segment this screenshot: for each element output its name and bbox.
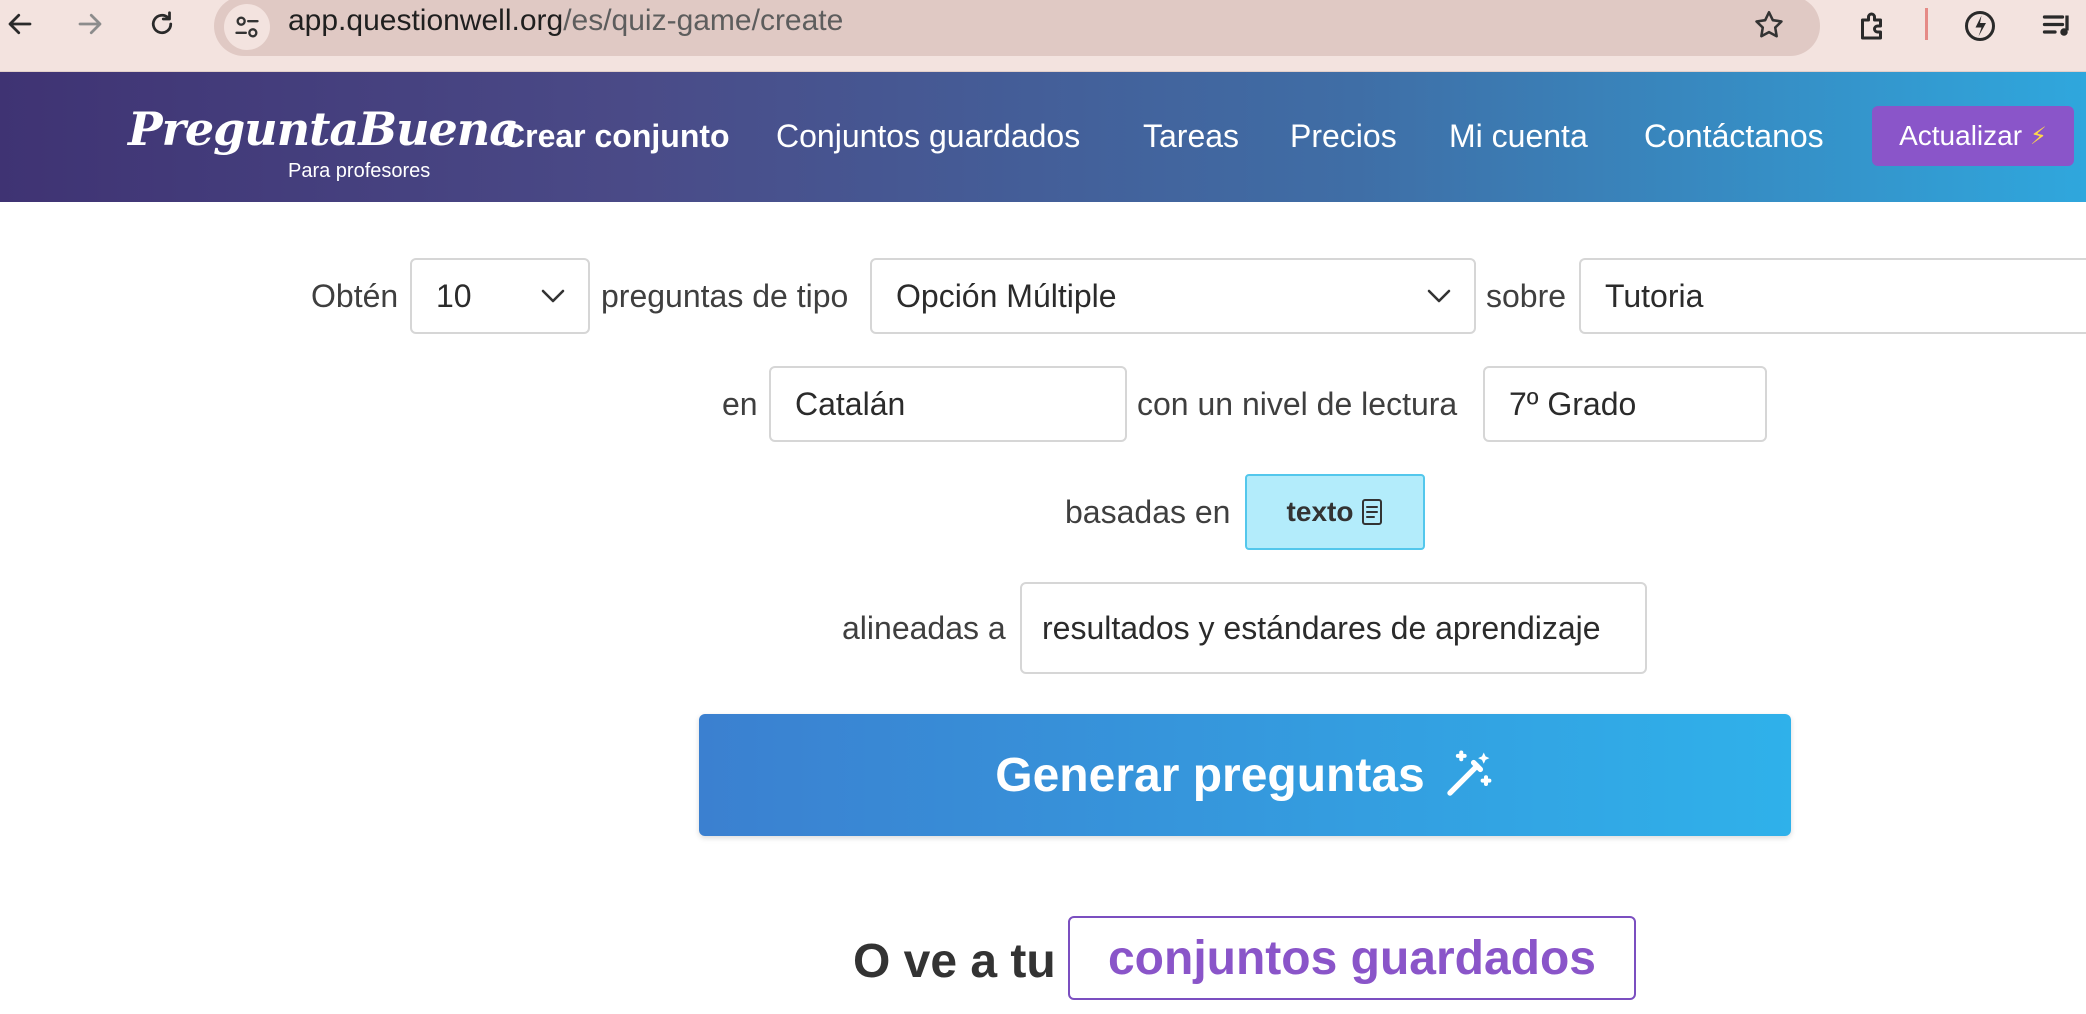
topic-input[interactable]: Tutoria: [1579, 258, 2086, 334]
site-info-icon[interactable]: [224, 4, 270, 50]
question-type-value: Opción Múltiple: [896, 277, 1117, 314]
question-type-select[interactable]: Opción Múltiple: [870, 258, 1476, 334]
url-host: app.questionwell.org: [288, 4, 564, 37]
document-icon: [1362, 499, 1383, 525]
question-type-label: preguntas de tipo: [601, 278, 849, 314]
obten-label: Obtén: [311, 278, 399, 314]
chevron-down-icon: [1427, 289, 1451, 303]
extension-leaf-icon[interactable]: [1962, 8, 1998, 49]
app-header: PreguntaBuena Para profesores Crear conj…: [0, 72, 2086, 202]
generate-label: Generar preguntas: [995, 748, 1425, 802]
nav-precios[interactable]: Precios: [1290, 116, 1397, 156]
saved-sets-button[interactable]: conjuntos guardados: [1068, 916, 1636, 1000]
text-source-label: texto: [1286, 496, 1354, 527]
nav-tareas[interactable]: Tareas: [1143, 116, 1239, 156]
logo[interactable]: PreguntaBuena: [128, 106, 519, 152]
chevron-down-icon: [541, 289, 565, 303]
reading-level-input[interactable]: 7º Grado: [1483, 366, 1767, 442]
question-count-value: 10: [436, 277, 472, 314]
star-icon[interactable]: [1752, 8, 1786, 47]
reading-level-label: con un nivel de lectura: [1137, 386, 1458, 422]
back-arrow-icon[interactable]: [2, 6, 38, 42]
reading-level-value: 7º Grado: [1509, 385, 1637, 422]
extensions-icon[interactable]: [1855, 8, 1891, 49]
standards-value: resultados y estándares de aprendizaje: [1042, 609, 1601, 646]
nav-contactanos[interactable]: Contáctanos: [1644, 116, 1824, 156]
toolbar-separator: [1925, 8, 1928, 40]
upgrade-label: Actualizar: [1899, 120, 2023, 151]
based-on-label: basadas en: [1065, 494, 1231, 530]
magic-wand-icon: [1447, 750, 1492, 796]
lightning-icon: ⚡: [2030, 122, 2047, 150]
nav-crear-conjunto[interactable]: Crear conjunto: [502, 116, 730, 156]
aligned-label: alineadas a: [842, 610, 1006, 646]
address-bar[interactable]: app.questionwell.org/es/quiz-game/create: [214, 0, 1820, 56]
topic-label: sobre: [1486, 278, 1567, 314]
text-source-button[interactable]: texto: [1245, 474, 1425, 550]
nav-conjuntos-guardados[interactable]: Conjuntos guardados: [776, 116, 1080, 156]
or-go-label: O ve a tu: [853, 935, 1056, 988]
language-value: Catalán: [795, 385, 906, 422]
question-count-select[interactable]: 10: [410, 258, 590, 334]
standards-input[interactable]: resultados y estándares de aprendizaje: [1020, 582, 1647, 674]
url-path: /es/quiz-game/create: [563, 4, 844, 37]
language-input[interactable]: Catalán: [769, 366, 1127, 442]
reload-icon[interactable]: [144, 6, 180, 42]
url-text[interactable]: app.questionwell.org/es/quiz-game/create: [288, 6, 843, 36]
forward-arrow-icon[interactable]: [72, 6, 108, 42]
nav-mi-cuenta[interactable]: Mi cuenta: [1449, 116, 1588, 156]
upgrade-button[interactable]: Actualizar ⚡: [1872, 106, 2074, 166]
reading-list-icon[interactable]: [2040, 8, 2076, 49]
logo-subtitle: Para profesores: [288, 160, 431, 182]
topic-value: Tutoria: [1605, 277, 1704, 314]
browser-toolbar: app.questionwell.org/es/quiz-game/create: [0, 0, 2086, 72]
generate-questions-button[interactable]: Generar preguntas: [699, 714, 1791, 836]
language-label: en: [722, 386, 758, 422]
